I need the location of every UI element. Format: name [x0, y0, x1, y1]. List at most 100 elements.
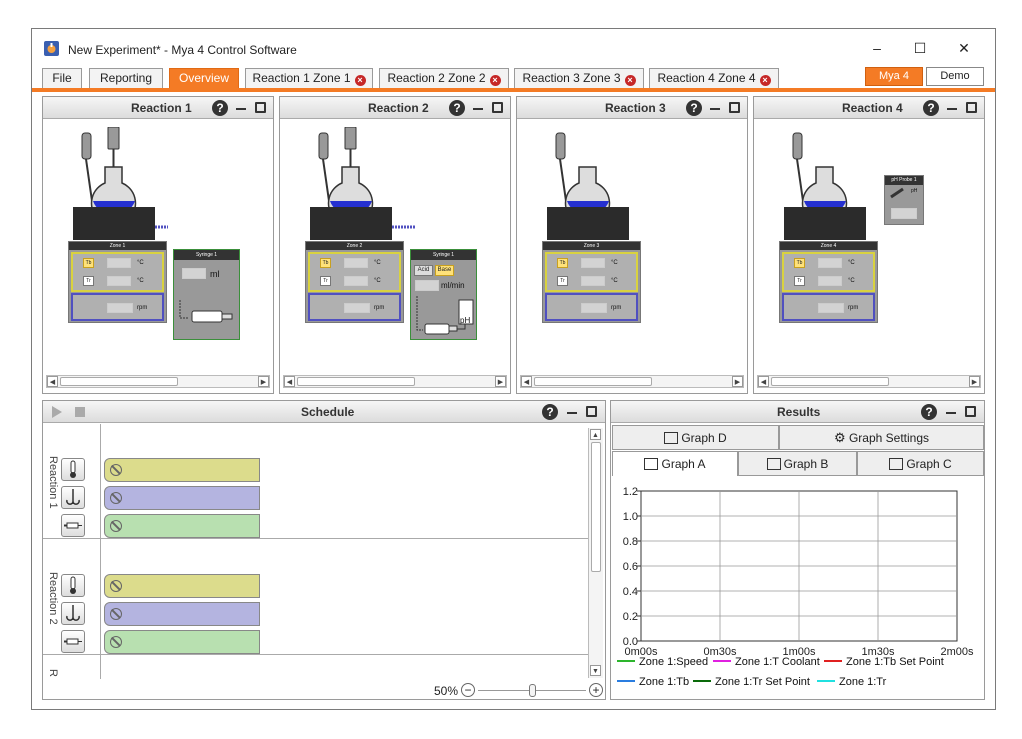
legend-label: Zone 1:Tr [839, 676, 887, 688]
scroll-left-icon[interactable]: ◀ [47, 376, 58, 387]
zone-card: Zone 4 Tb °C Tr °C rpm [779, 241, 878, 323]
maximize-button[interactable]: ☐ [910, 38, 930, 58]
horizontal-scrollbar[interactable]: ◀ ▶ [46, 375, 270, 388]
scroll-thumb[interactable] [297, 377, 415, 386]
tab-file[interactable]: File [42, 68, 82, 88]
minimize-panel-icon[interactable] [473, 108, 483, 110]
minimize-panel-icon[interactable] [236, 108, 246, 110]
legend-swatch [824, 660, 842, 662]
scroll-up-icon[interactable]: ▲ [590, 429, 601, 440]
minimize-panel-icon[interactable] [710, 108, 720, 110]
stirrer-button[interactable] [61, 602, 85, 625]
tab-reaction-2-zone-2[interactable]: Reaction 2 Zone 2 × [379, 68, 509, 88]
help-icon[interactable]: ? [212, 100, 228, 116]
tab-reaction-1-zone-1[interactable]: Reaction 1 Zone 1 × [245, 68, 373, 88]
scroll-left-icon[interactable]: ◀ [521, 376, 532, 387]
close-tab-icon[interactable]: × [489, 75, 501, 86]
rpm-field[interactable] [818, 303, 844, 313]
thermometer-button[interactable] [61, 458, 85, 481]
scroll-thumb[interactable] [771, 377, 889, 386]
stir-schedule-bar[interactable] [104, 602, 260, 626]
tr-field[interactable] [344, 276, 368, 286]
play-icon[interactable] [51, 406, 63, 418]
stirrer-button[interactable] [61, 486, 85, 509]
stir-schedule-bar[interactable] [104, 486, 260, 510]
maximize-panel-icon[interactable] [255, 102, 266, 113]
scroll-right-icon[interactable]: ▶ [732, 376, 743, 387]
tab-reporting[interactable]: Reporting [89, 68, 163, 88]
maximize-panel-icon[interactable] [492, 102, 503, 113]
stop-icon[interactable] [75, 407, 85, 417]
stirrer-icon [66, 605, 80, 621]
dose-schedule-bar[interactable] [104, 514, 260, 538]
tab-graph-d[interactable]: Graph D [612, 425, 779, 450]
vertical-scrollbar[interactable]: ▲ ▼ [588, 428, 603, 678]
help-icon[interactable]: ? [449, 100, 465, 116]
thermometer-button[interactable] [61, 574, 85, 597]
base-button[interactable]: Base [435, 265, 454, 276]
tab-reaction-3-zone-3[interactable]: Reaction 3 Zone 3 × [514, 68, 644, 88]
rpm-field[interactable] [344, 303, 370, 313]
minimize-panel-icon[interactable] [567, 412, 577, 414]
scroll-right-icon[interactable]: ▶ [258, 376, 269, 387]
close-tab-icon[interactable]: × [354, 75, 366, 86]
reactor-vessel-icon [310, 127, 415, 240]
help-icon[interactable]: ? [923, 100, 939, 116]
thermo-schedule-bar[interactable] [104, 574, 260, 598]
help-icon[interactable]: ? [921, 404, 937, 420]
rpm-field[interactable] [581, 303, 607, 313]
tb-field[interactable] [107, 258, 131, 268]
mya4-button[interactable]: Mya 4 [865, 67, 923, 86]
scroll-thumb[interactable] [534, 377, 652, 386]
scroll-right-icon[interactable]: ▶ [969, 376, 980, 387]
syringe-button[interactable] [61, 630, 85, 653]
demo-button[interactable]: Demo [926, 67, 984, 86]
minimize-panel-icon[interactable] [947, 108, 957, 110]
maximize-panel-icon[interactable] [586, 406, 597, 417]
help-icon[interactable]: ? [686, 100, 702, 116]
scroll-thumb[interactable] [591, 442, 601, 572]
ml-field[interactable] [182, 268, 206, 279]
tab-graph-b[interactable]: Graph B [738, 451, 857, 476]
syringe-button[interactable] [61, 514, 85, 537]
tab-graph-c[interactable]: Graph C [857, 451, 984, 476]
tab-reaction-4-zone-4[interactable]: Reaction 4 Zone 4 × [649, 68, 779, 88]
thermo-schedule-bar[interactable] [104, 458, 260, 482]
acid-button[interactable]: Acid [414, 265, 433, 276]
close-tab-icon[interactable]: × [759, 75, 771, 86]
minimize-button[interactable]: – [867, 38, 887, 58]
scroll-thumb[interactable] [60, 377, 178, 386]
ml-min-field[interactable] [415, 280, 439, 291]
tb-field[interactable] [344, 258, 368, 268]
scroll-right-icon[interactable]: ▶ [495, 376, 506, 387]
maximize-panel-icon[interactable] [965, 406, 976, 417]
scroll-left-icon[interactable]: ◀ [758, 376, 769, 387]
tr-field[interactable] [581, 276, 605, 286]
tb-field[interactable] [818, 258, 842, 268]
horizontal-scrollbar[interactable]: ◀ ▶ [520, 375, 744, 388]
temperature-box: Tb °C Tr °C [545, 252, 638, 292]
scroll-down-icon[interactable]: ▼ [590, 665, 601, 676]
horizontal-scrollbar[interactable]: ◀ ▶ [283, 375, 507, 388]
zoom-out-icon[interactable]: − [461, 683, 475, 697]
zoom-slider-thumb[interactable] [529, 684, 536, 697]
scroll-left-icon[interactable]: ◀ [284, 376, 295, 387]
tr-field[interactable] [107, 276, 131, 286]
rpm-field[interactable] [107, 303, 133, 313]
tab-overview[interactable]: Overview [169, 68, 239, 88]
horizontal-scrollbar[interactable]: ◀ ▶ [757, 375, 981, 388]
minimize-panel-icon[interactable] [946, 412, 956, 414]
dose-schedule-bar[interactable] [104, 630, 260, 654]
zoom-in-icon[interactable]: + [589, 683, 603, 697]
tb-field[interactable] [581, 258, 605, 268]
tr-field[interactable] [818, 276, 842, 286]
help-icon[interactable]: ? [542, 404, 558, 420]
close-tab-icon[interactable]: × [624, 75, 636, 86]
close-button[interactable]: ✕ [954, 38, 974, 58]
ph-field[interactable] [891, 208, 917, 219]
maximize-panel-icon[interactable] [966, 102, 977, 113]
tab-graph-a[interactable]: Graph A [612, 451, 738, 476]
panel-header: Reaction 1 ? [43, 97, 273, 119]
tab-graph-settings[interactable]: ⚙ Graph Settings [779, 425, 984, 450]
maximize-panel-icon[interactable] [729, 102, 740, 113]
